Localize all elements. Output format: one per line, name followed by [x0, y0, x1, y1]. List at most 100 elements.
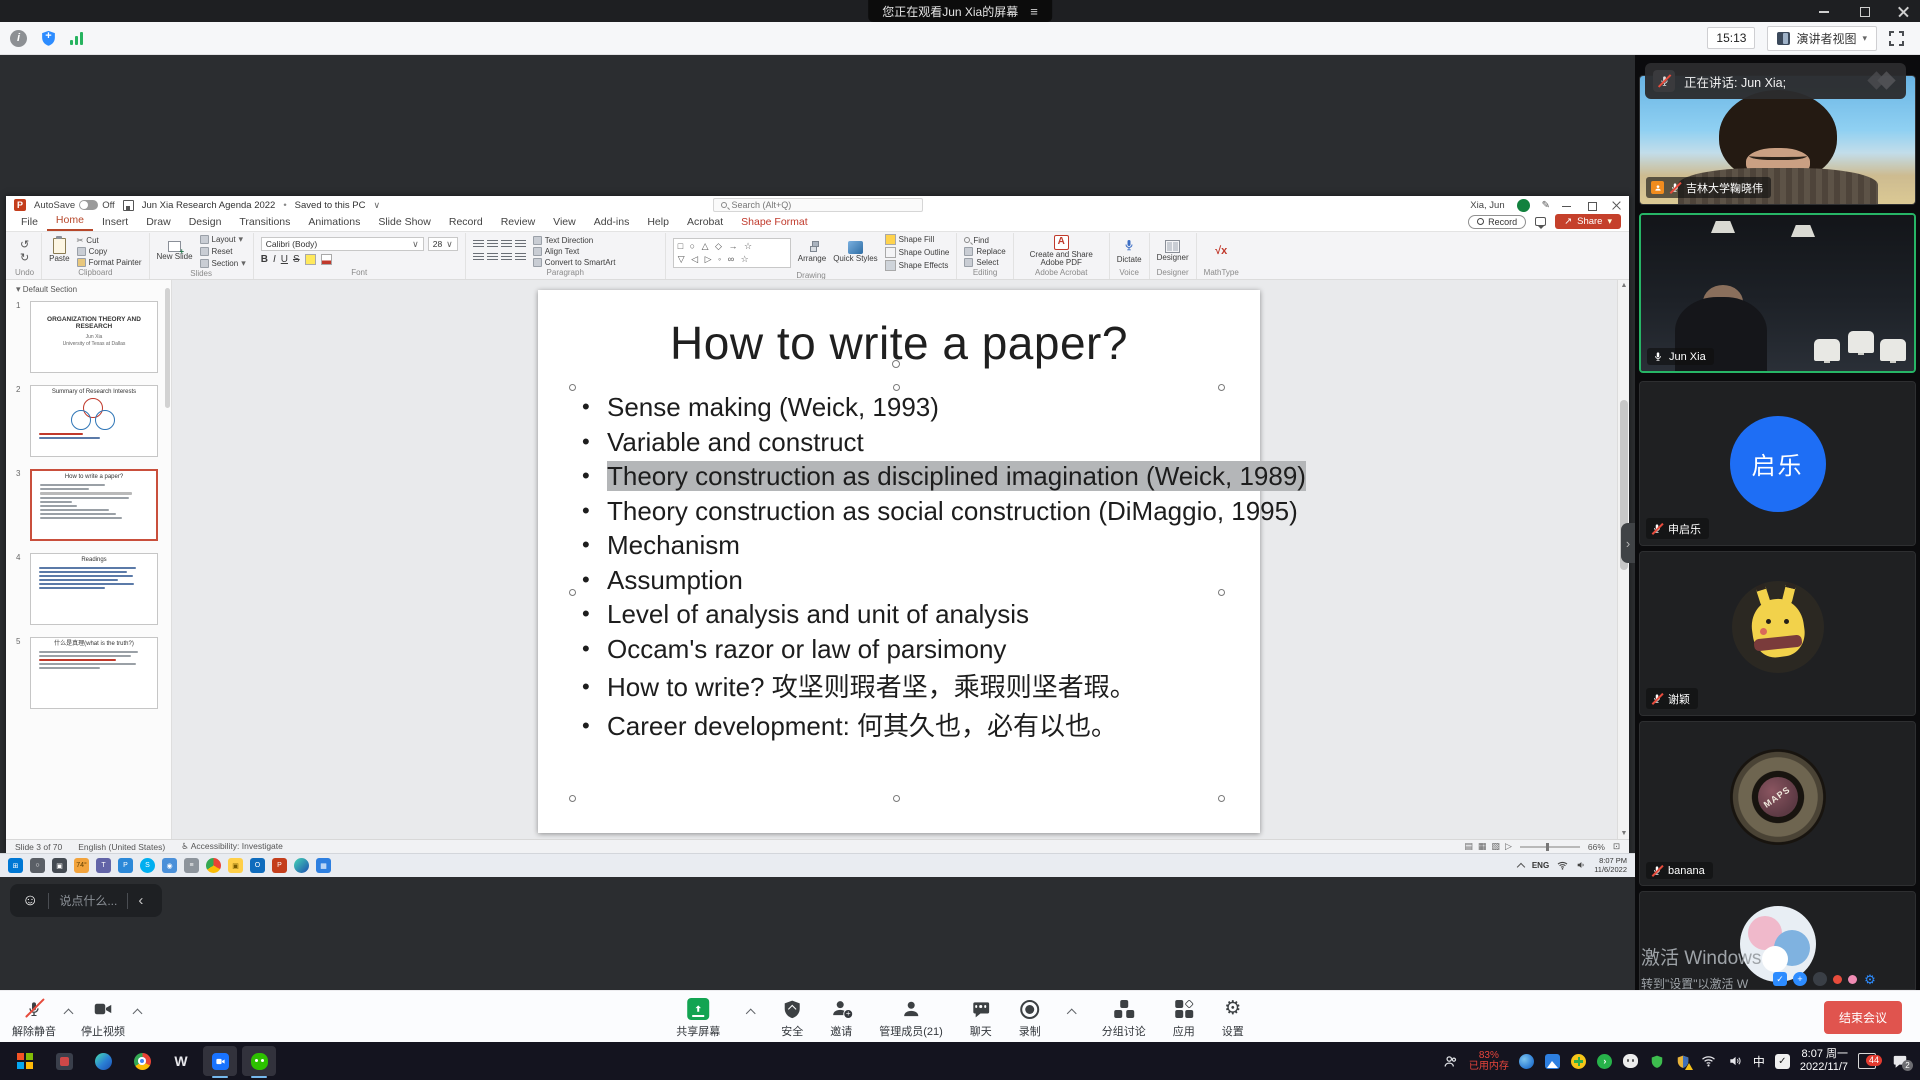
chat-button[interactable]: 聊天 — [970, 998, 992, 1039]
meeting-info-icon[interactable]: i — [10, 30, 27, 47]
convert-smartart-button[interactable]: Convert to SmartArt — [533, 258, 616, 267]
save-icon[interactable] — [123, 200, 134, 211]
ppt-close-button[interactable] — [1612, 201, 1621, 210]
tab-draw[interactable]: Draw — [137, 214, 180, 231]
selection-handle[interactable] — [569, 795, 576, 802]
slide-thumbnail-4[interactable]: 4 Readings — [30, 553, 158, 625]
slide-thumbnail-3-selected[interactable]: 3 How to write a paper? — [30, 469, 158, 541]
record-options-chevron[interactable] — [1066, 1009, 1076, 1019]
thumbnail-scrollbar[interactable] — [165, 288, 170, 408]
presenter-ime-indicator[interactable]: ENG — [1532, 861, 1549, 870]
taskbar-app-icon[interactable] — [47, 1046, 81, 1076]
pencil-icon[interactable]: ✎ — [1542, 200, 1550, 211]
video-tile-5[interactable]: MAPS banana — [1639, 721, 1916, 886]
arrange-button[interactable]: Arrange — [798, 241, 826, 264]
selection-handle[interactable] — [893, 795, 900, 802]
pc-manager-tray-icon[interactable]: ✓ — [1775, 1054, 1790, 1069]
selection-handle[interactable] — [1218, 795, 1225, 802]
format-painter-button[interactable]: Format Painter — [77, 258, 142, 267]
ppt-minimize-button[interactable] — [1562, 201, 1571, 210]
strikethrough-button[interactable]: S — [293, 254, 300, 265]
redo-icon[interactable]: ↻ — [20, 251, 29, 264]
camera-options-chevron[interactable] — [133, 1009, 143, 1019]
slide[interactable]: How to write a paper? Sense making (Weic… — [538, 290, 1260, 833]
justify-icon[interactable] — [515, 253, 526, 262]
presenter-start-icon[interactable]: ⊞ — [8, 858, 23, 873]
fullscreen-icon[interactable] — [1889, 31, 1904, 46]
selection-handle[interactable] — [1218, 384, 1225, 391]
shape-outline-button[interactable]: Shape Outline — [885, 247, 950, 258]
presenter-skype-icon[interactable]: S — [140, 858, 155, 873]
tab-design[interactable]: Design — [180, 214, 231, 231]
tab-animations[interactable]: Animations — [299, 214, 369, 231]
new-slide-button[interactable]: New Slide — [157, 241, 193, 262]
record-button[interactable]: 录制 — [1019, 998, 1041, 1039]
tab-acrobat[interactable]: Acrobat — [678, 214, 732, 231]
slide-thumbnail-1[interactable]: 1 ORGANIZATION THEORY AND RESEARCH Jun X… — [30, 301, 158, 373]
replace-button[interactable]: Replace — [964, 247, 1005, 256]
overlay-pink-dot-icon[interactable] — [1848, 975, 1857, 984]
coin-tray-icon[interactable] — [1571, 1053, 1587, 1069]
presenter-chrome-icon[interactable] — [206, 858, 221, 873]
tab-record[interactable]: Record — [440, 214, 492, 231]
ppt-search-input[interactable]: Search (Alt+Q) — [713, 198, 923, 212]
overlay-dark-icon[interactable] — [1813, 972, 1827, 986]
align-left-icon[interactable] — [473, 253, 484, 262]
close-button[interactable] — [1898, 5, 1910, 17]
share-options-chevron[interactable] — [746, 1009, 756, 1019]
quick-styles-button[interactable]: Quick Styles — [833, 241, 877, 264]
font-name-select[interactable]: Calibri (Body)∨ — [261, 237, 424, 251]
memory-usage-indicator[interactable]: 83% 已用内存 — [1469, 1050, 1509, 1073]
start-button[interactable] — [8, 1046, 42, 1076]
presenter-edge-icon[interactable] — [294, 858, 309, 873]
teams-chat-icon[interactable]: 2 — [1892, 1053, 1908, 1069]
presenter-tray-chevron-icon[interactable] — [1517, 862, 1525, 870]
selection-handle[interactable] — [1218, 589, 1225, 596]
toggle-off-icon[interactable] — [79, 200, 98, 210]
chat-input-placeholder[interactable]: 说点什么... — [59, 892, 117, 909]
people-tray-icon[interactable] — [1443, 1053, 1459, 1069]
end-meeting-button[interactable]: 结束会议 — [1824, 1001, 1902, 1034]
ppt-record-button[interactable]: Record — [1468, 215, 1526, 229]
ppt-restore-button[interactable] — [1587, 201, 1596, 210]
slide-thumbnail-5[interactable]: 5 什么是真理(what is the truth?) — [30, 637, 158, 709]
security-shield-icon[interactable]: + — [40, 29, 57, 47]
copy-button[interactable]: Copy — [77, 247, 142, 256]
wifi-tray-icon[interactable] — [1701, 1053, 1717, 1069]
find-button[interactable]: Find — [964, 236, 1005, 245]
tab-help[interactable]: Help — [638, 214, 678, 231]
overlay-plus-icon[interactable]: + — [1793, 972, 1807, 986]
sorter-view-icon[interactable]: ▧ — [1491, 841, 1500, 852]
notes-view-icon[interactable]: ▤ — [1464, 841, 1473, 852]
rotate-handle[interactable] — [892, 360, 900, 368]
taskbar-chrome-icon[interactable] — [125, 1046, 159, 1076]
notification-center-icon[interactable]: 44 — [1858, 1053, 1874, 1069]
chevron-down-icon[interactable]: ∨ — [373, 200, 380, 211]
slideshow-view-icon[interactable]: ▷ — [1505, 841, 1512, 852]
presenter-notes-icon[interactable]: ≡ — [184, 858, 199, 873]
selection-handle[interactable] — [569, 384, 576, 391]
user-avatar[interactable] — [1517, 199, 1530, 212]
line-spacing-icon[interactable] — [515, 240, 526, 249]
taskbar-w-app-icon[interactable]: W — [164, 1046, 198, 1076]
align-center-icon[interactable] — [487, 253, 498, 262]
presenter-outlook-icon[interactable]: O — [250, 858, 265, 873]
underline-button[interactable]: U — [281, 254, 288, 265]
volume-tray-icon[interactable] — [1727, 1053, 1743, 1069]
accessibility-status[interactable]: ♿ Accessibility: Investigate — [181, 841, 283, 852]
overlay-check-icon[interactable]: ✓ — [1773, 972, 1787, 986]
selection-handle[interactable] — [569, 589, 576, 596]
overlay-gear-icon[interactable]: ⚙ — [1863, 972, 1877, 986]
settings-button[interactable]: ⚙ 设置 — [1222, 998, 1244, 1039]
emoji-icon[interactable]: ☺ — [22, 892, 38, 910]
presenter-taskview-icon[interactable]: ▣ — [52, 858, 67, 873]
invite-button[interactable]: + 邀请 — [830, 998, 852, 1039]
mic-options-chevron[interactable] — [64, 1009, 74, 1019]
manage-members-button[interactable]: 管理成员(21) — [879, 998, 943, 1039]
presenter-explorer-icon[interactable]: ▣ — [228, 858, 243, 873]
video-tile-4[interactable]: 谢颖 — [1639, 551, 1916, 716]
tab-file[interactable]: File — [12, 214, 47, 231]
unmute-button[interactable]: 解除静音 — [12, 998, 56, 1039]
presenter-teams-icon[interactable]: T — [96, 858, 111, 873]
font-color-button[interactable] — [321, 254, 332, 265]
